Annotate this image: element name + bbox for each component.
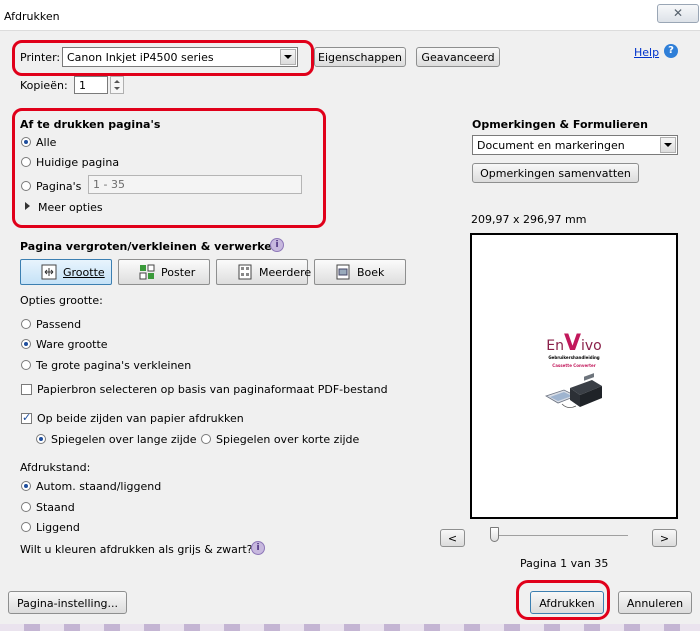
- paper-source-label: Papierbron selecteren op basis van pagin…: [37, 383, 388, 396]
- prev-page-button[interactable]: <: [440, 529, 465, 547]
- copies-label: Kopieën:: [20, 79, 68, 92]
- fit-radio[interactable]: [21, 319, 31, 329]
- size-icon: [41, 264, 57, 280]
- book-icon: [336, 264, 350, 280]
- actual-size-radio[interactable]: [21, 339, 31, 349]
- orient-landscape-label: Liggend: [36, 521, 80, 534]
- copies-stepper[interactable]: [110, 76, 124, 94]
- printer-highlight: [12, 40, 314, 76]
- page-status: Pagina 1 van 35: [520, 557, 609, 570]
- summarize-comments-button[interactable]: Opmerkingen samenvatten: [472, 163, 639, 183]
- close-button[interactable]: ✕: [657, 4, 699, 23]
- help-link[interactable]: Help: [634, 46, 659, 59]
- flip-short-radio[interactable]: [201, 434, 211, 444]
- page-setup-button[interactable]: Pagina-instelling...: [8, 591, 127, 614]
- print-highlight: [516, 580, 610, 620]
- poster-icon: [139, 264, 155, 280]
- close-icon: ✕: [672, 6, 684, 20]
- mode-poster-button[interactable]: Poster: [118, 259, 210, 285]
- info-icon[interactable]: i: [270, 238, 284, 252]
- shrink-radio[interactable]: [21, 360, 31, 370]
- preview-logo: EnVivo: [472, 331, 676, 356]
- mode-multiple-button[interactable]: Meerdere: [216, 259, 312, 285]
- properties-button[interactable]: Eigenschappen: [314, 47, 406, 67]
- title-bar: Afdrukken ✕: [0, 0, 700, 31]
- advanced-button[interactable]: Geavanceerd: [416, 47, 500, 67]
- orientation-label: Afdrukstand:: [20, 461, 91, 474]
- window-title: Afdrukken: [4, 10, 60, 23]
- orient-auto-radio[interactable]: [21, 481, 31, 491]
- mode-size-button[interactable]: Grootte: [20, 259, 112, 285]
- chevron-right-icon: >: [659, 532, 670, 545]
- preview-logo-right: ivo: [581, 338, 602, 354]
- next-page-button[interactable]: >: [652, 529, 677, 547]
- comments-select-value: Document en markeringen: [477, 139, 625, 152]
- page-slider-thumb[interactable]: [490, 527, 499, 542]
- mode-book-label: Boek: [357, 266, 385, 279]
- sizing-heading: Pagina vergroten/verkleinen & verwerken: [20, 240, 280, 253]
- preview-line-1: Gebruikershandleiding: [548, 355, 600, 360]
- grayscale-question: Wilt u kleuren afdrukken als grijs & zwa…: [20, 543, 253, 556]
- orient-portrait-label: Staand: [36, 501, 75, 514]
- duplex-checkbox[interactable]: [21, 411, 32, 424]
- comments-select[interactable]: Document en markeringen: [472, 135, 678, 155]
- page-preview: EnVivo Gebruikershandleiding Cassette Co…: [470, 233, 678, 519]
- help-icon[interactable]: ?: [664, 44, 678, 58]
- multiple-icon: [238, 264, 252, 280]
- print-dialog: Afdrukken ✕ Printer: Canon Inkjet iP4500…: [0, 0, 700, 631]
- paper-source-checkbox[interactable]: [21, 384, 32, 395]
- fit-label: Passend: [36, 318, 82, 331]
- duplex-label: Op beide zijden van papier afdrukken: [37, 412, 244, 425]
- flip-short-label: Spiegelen over korte zijde: [216, 433, 360, 446]
- orient-landscape-radio[interactable]: [21, 522, 31, 532]
- grayscale-info-icon[interactable]: i: [251, 541, 265, 555]
- bottom-decoration: [0, 624, 700, 631]
- orient-auto-label: Autom. staand/liggend: [36, 480, 162, 493]
- mode-poster-label: Poster: [161, 266, 196, 279]
- mode-multiple-label: Meerdere: [259, 266, 312, 279]
- pages-highlight: [12, 108, 326, 228]
- preview-logo-left: En: [546, 338, 564, 354]
- stepper-arrows-icon: [114, 80, 120, 90]
- orient-portrait-radio[interactable]: [21, 502, 31, 512]
- copies-value: 1: [79, 79, 86, 92]
- comments-heading: Opmerkingen & Formulieren: [472, 118, 648, 131]
- mode-size-label: Grootte: [63, 266, 105, 279]
- preview-line-2: Cassette Converter: [552, 363, 596, 368]
- shrink-label: Te grote pagina's verkleinen: [36, 359, 192, 372]
- flip-long-radio[interactable]: [36, 434, 46, 444]
- actual-size-label: Ware grootte: [36, 338, 108, 351]
- preview-logo-mid: V: [563, 331, 581, 356]
- chevron-left-icon: <: [447, 532, 458, 545]
- page-dimensions: 209,97 x 296,97 mm: [471, 213, 587, 226]
- cancel-button[interactable]: Annuleren: [618, 591, 692, 614]
- chevron-down-icon[interactable]: [660, 137, 676, 153]
- device-illustration-icon: [545, 373, 602, 408]
- mode-book-button[interactable]: Boek: [314, 259, 406, 285]
- flip-long-label: Spiegelen over lange zijde: [51, 433, 197, 446]
- page-slider-track[interactable]: [492, 535, 628, 536]
- size-options-label: Opties grootte:: [20, 294, 103, 307]
- copies-input[interactable]: 1: [74, 76, 108, 94]
